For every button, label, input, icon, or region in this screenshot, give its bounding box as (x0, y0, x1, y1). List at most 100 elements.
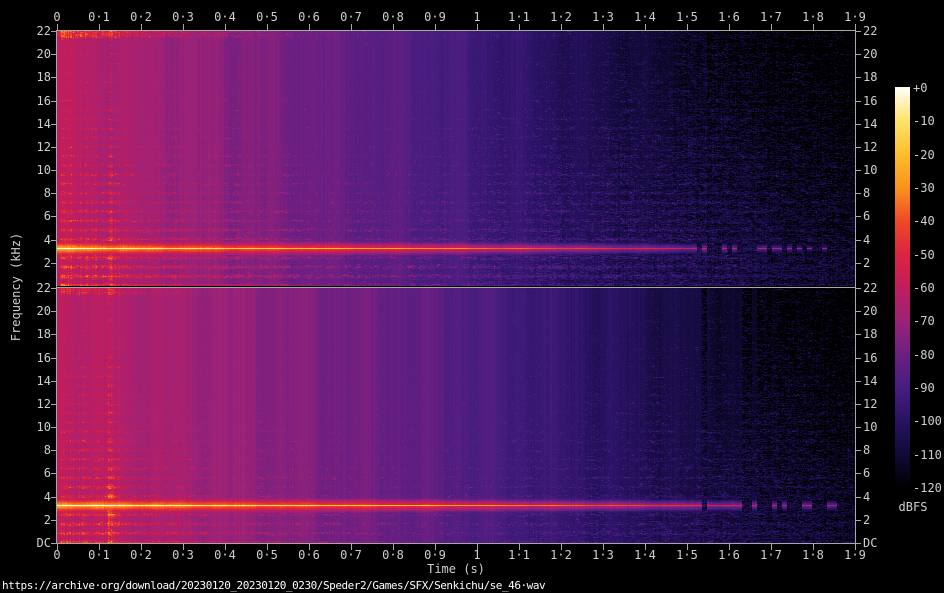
freq-tick (856, 473, 861, 474)
time-tick-label: 1·6 (718, 10, 740, 24)
freq-tick-label: 12 (863, 397, 878, 411)
freq-tick (856, 427, 861, 428)
time-tick-label: 1·8 (802, 548, 824, 562)
freq-tick (51, 216, 56, 217)
time-tick-label: 0·5 (256, 548, 278, 562)
time-tick-label: 0·4 (214, 10, 236, 24)
freq-tick-label: 8 (863, 443, 871, 457)
freq-tick-label: 16 (863, 94, 878, 108)
freq-tick (51, 263, 56, 264)
time-tick-label: 1·4 (634, 548, 656, 562)
time-tick-label: 0·6 (298, 10, 320, 24)
freq-tick (856, 450, 861, 451)
spectrogram-channel-2-canvas (57, 288, 855, 543)
freq-tick (51, 520, 56, 521)
freq-tick-label: 10 (36, 420, 51, 434)
colorbar-title: dBFS (898, 500, 928, 514)
colorbar-tick-label: -120 (913, 481, 942, 495)
freq-tick (856, 101, 861, 102)
freq-tick-label: 22 (36, 24, 51, 38)
freq-tick (856, 358, 861, 359)
freq-tick-label: 2 (43, 513, 51, 527)
freq-tick-label: 10 (863, 420, 878, 434)
time-tick-label: 0·3 (172, 548, 194, 562)
freq-tick (51, 193, 56, 194)
freq-tick (51, 147, 56, 148)
freq-tick (856, 216, 861, 217)
time-tick-label: 0·7 (340, 10, 362, 24)
freq-tick (51, 31, 56, 32)
freq-tick (51, 170, 56, 171)
freq-tick-label: 12 (36, 397, 51, 411)
freq-tick (51, 240, 56, 241)
freq-tick-label: 8 (863, 186, 871, 200)
freq-tick (856, 404, 861, 405)
time-tick-label: 1·7 (760, 548, 782, 562)
time-tick-label: 1·3 (592, 10, 614, 24)
colorbar-tick-label: -50 (913, 248, 935, 262)
time-tick-label: 0 (53, 10, 61, 24)
freq-tick-label: 16 (36, 351, 51, 365)
freq-tick-label: 4 (863, 490, 871, 504)
freq-tick-label: 4 (863, 233, 871, 247)
colorbar-tick-label: -20 (913, 148, 935, 162)
colorbar-tick-label: -110 (913, 448, 942, 462)
freq-tick-label: 14 (863, 374, 878, 388)
freq-tick (856, 77, 861, 78)
time-axis-title: Time (s) (427, 562, 485, 576)
frequency-axis-title: Frequency (kHz) (9, 232, 23, 342)
time-tick-label: 0·4 (214, 548, 236, 562)
freq-tick-label: 18 (36, 70, 51, 84)
freq-tick (51, 288, 56, 289)
freq-tick (856, 124, 861, 125)
freq-tick (856, 334, 861, 335)
colorbar-tick-label: -90 (913, 381, 935, 395)
colorbar-tick-label: -100 (913, 414, 942, 428)
freq-tick (51, 311, 56, 312)
time-tick-label: 0·2 (130, 10, 152, 24)
freq-tick (856, 240, 861, 241)
freq-tick-label: 6 (863, 466, 871, 480)
freq-tick-label: 4 (43, 233, 51, 247)
freq-tick-label: 18 (863, 327, 878, 341)
freq-tick-label: 6 (863, 209, 871, 223)
colorbar-gradient (895, 87, 910, 487)
time-tick-label: 1·5 (676, 10, 698, 24)
freq-tick (856, 288, 861, 289)
freq-tick (51, 124, 56, 125)
freq-tick (856, 147, 861, 148)
freq-tick (856, 263, 861, 264)
freq-tick-label: 14 (36, 117, 51, 131)
freq-tick (51, 101, 56, 102)
freq-tick-label: 20 (36, 304, 51, 318)
spectrogram-channel-1-canvas (57, 31, 855, 286)
freq-tick (856, 497, 861, 498)
freq-tick (51, 427, 56, 428)
freq-tick-label: 16 (36, 94, 51, 108)
freq-tick (856, 54, 861, 55)
time-tick-label: 1·5 (676, 548, 698, 562)
freq-tick-label: 20 (863, 304, 878, 318)
freq-tick-label: 18 (36, 327, 51, 341)
time-tick-label: 0·5 (256, 10, 278, 24)
time-tick-label: 1·6 (718, 548, 740, 562)
time-tick-label: 1·2 (550, 548, 572, 562)
freq-tick-label: 22 (863, 281, 878, 295)
freq-tick-label: 2 (43, 256, 51, 270)
freq-tick (51, 497, 56, 498)
freq-tick-label: 6 (43, 466, 51, 480)
freq-tick-label: 20 (36, 47, 51, 61)
colorbar-tick-label: +0 (913, 81, 928, 95)
time-tick-label: 1·2 (550, 10, 572, 24)
colorbar-tick-label: -60 (913, 281, 935, 295)
time-tick-label: 0·9 (424, 548, 446, 562)
freq-tick (856, 311, 861, 312)
freq-tick-label: 14 (863, 117, 878, 131)
time-tick-label: 0·8 (382, 548, 404, 562)
freq-tick-label: DC (36, 536, 51, 550)
time-tick-label: 1 (473, 10, 481, 24)
freq-tick-label: 20 (863, 47, 878, 61)
freq-tick-label: 8 (43, 186, 51, 200)
freq-tick-label: 12 (36, 140, 51, 154)
freq-tick (856, 31, 861, 32)
